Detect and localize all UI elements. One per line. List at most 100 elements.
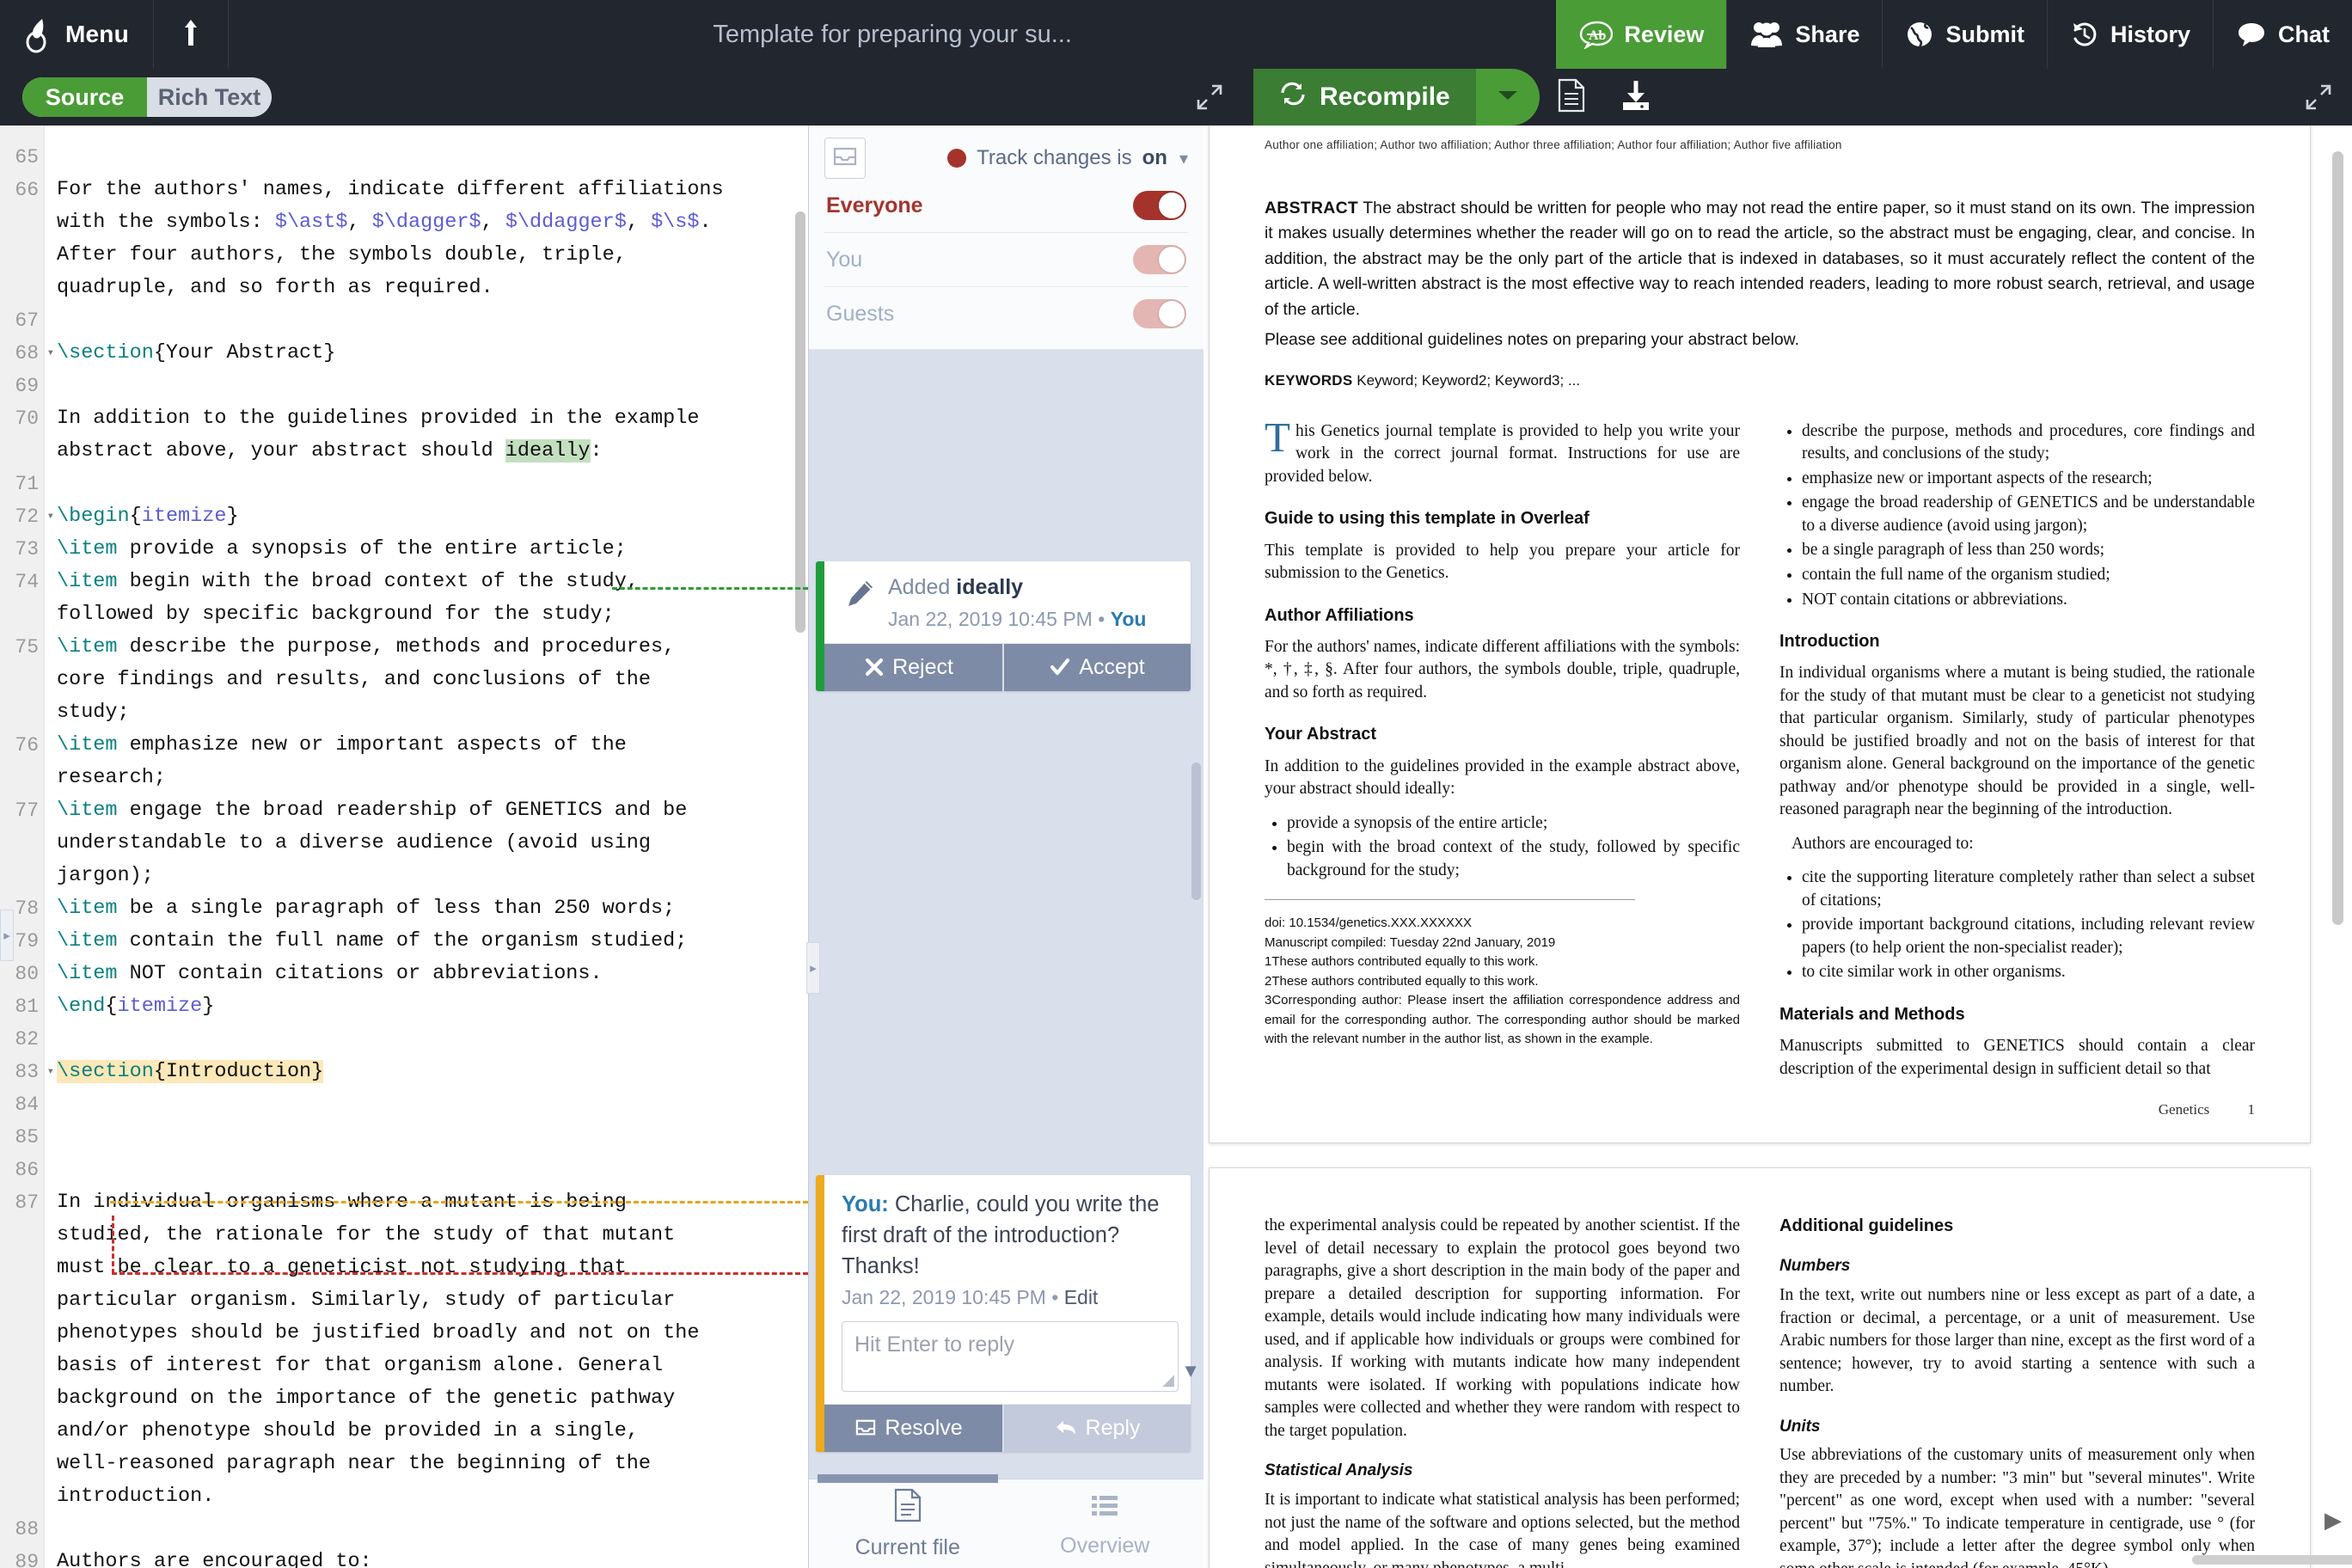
resolve-button[interactable]: Resolve	[816, 1404, 1002, 1452]
recompile-options-button[interactable]	[1475, 69, 1540, 126]
code-line[interactable]: core findings and results, and conclusio…	[57, 664, 808, 696]
code-line[interactable]: well-reasoned paragraph near the beginni…	[57, 1448, 808, 1480]
share-button[interactable]: Share	[1726, 0, 1882, 69]
bulk-actions-button[interactable]	[824, 138, 866, 179]
menu-button[interactable]: Menu	[0, 0, 154, 69]
track-row-everyone[interactable]: Everyone	[824, 179, 1188, 233]
code-token: \end	[57, 995, 106, 1018]
chat-button[interactable]: Chat	[2213, 0, 2352, 69]
tab-source[interactable]: Source	[22, 77, 147, 117]
code-line[interactable]: introduction.	[57, 1480, 808, 1513]
code-line[interactable]: jargon);	[57, 860, 808, 892]
code-line[interactable]: must be clear to a geneticist not studyi…	[57, 1252, 808, 1284]
track-changes-status[interactable]: Track changes is on ▾	[947, 146, 1188, 170]
track-toggle-you[interactable]	[1133, 245, 1186, 274]
code-line[interactable]: In addition to the guidelines provided i…	[57, 402, 808, 435]
tab-overview[interactable]: Overview	[1007, 1479, 1204, 1568]
download-pdf-button[interactable]	[1603, 69, 1669, 126]
code-line[interactable]	[57, 468, 808, 500]
code-line[interactable]: abstract above, your abstract should ide…	[57, 435, 808, 468]
refresh-icon	[1279, 81, 1307, 113]
code-line[interactable]: quadruple, and so forth as required.	[57, 272, 808, 304]
pdf-expand-icon[interactable]	[2304, 83, 2333, 116]
pdf-horizontal-scrollbar[interactable]	[2192, 1555, 2352, 1565]
left-panel-handle[interactable]: ▸	[0, 910, 14, 961]
track-row-guests[interactable]: Guests	[824, 287, 1188, 340]
code-line[interactable]: particular organism. Similarly, study of…	[57, 1284, 808, 1317]
line-number	[0, 696, 44, 729]
view-logs-button[interactable]	[1540, 69, 1603, 126]
track-row-label: Everyone	[826, 193, 923, 217]
comment-entry[interactable]: You: Charlie, could you write the first …	[816, 1175, 1191, 1452]
scroll-down-icon[interactable]: ▼	[1181, 1360, 1200, 1382]
code-line[interactable]	[57, 1513, 808, 1546]
code-line[interactable]: \item begin with the broad context of th…	[57, 566, 808, 598]
history-button[interactable]: History	[2046, 0, 2213, 69]
line-number: 81	[15, 995, 39, 1018]
change-entry-insertion[interactable]: Added ideally Jan 22, 2019 10:45 PM • Yo…	[816, 561, 1191, 691]
reply-input[interactable]: Hit Enter to reply ◢	[842, 1320, 1179, 1392]
resize-grip-icon[interactable]: ◢	[1162, 1371, 1174, 1389]
code-line[interactable]	[57, 1023, 808, 1056]
pdf-abstract-bullets: provide a synopsis of the entire article…	[1287, 812, 1740, 883]
track-row-you[interactable]: You	[824, 233, 1188, 287]
code-token: ,	[626, 211, 652, 234]
code-line[interactable]: and/or phenotype should be provided in a…	[57, 1415, 808, 1448]
code-line[interactable]: \item describe the purpose, methods and …	[57, 631, 808, 664]
code-editor-pane[interactable]: 65 66 67 68 ▾ 69 70 71 72 ▾ 73 74 75 76 77 78 79 80 81 82 83…	[0, 126, 808, 1568]
pdf-keywords: KEYWORDS Keyword; Keyword2; Keyword3; ..…	[1265, 372, 2255, 389]
entry-color-bar	[816, 561, 824, 691]
track-row-label: You	[826, 247, 863, 272]
code-line[interactable]	[57, 370, 808, 402]
track-toggle-everyone[interactable]	[1133, 191, 1186, 220]
code-line[interactable]: \item NOT contain citations or abbreviat…	[57, 958, 808, 990]
back-to-projects-button[interactable]	[154, 0, 229, 69]
code-line[interactable]: followed by specific background for the …	[57, 598, 808, 631]
code-line[interactable]	[57, 1154, 808, 1186]
code-line[interactable]: \begin{itemize}	[57, 500, 808, 533]
review-button[interactable]: Ab Review	[1556, 0, 1727, 69]
code-line[interactable]: \item contain the full name of the organ…	[57, 925, 808, 958]
code-line[interactable]: \item engage the broad readership of GEN…	[57, 794, 808, 827]
comment-edit-link[interactable]: Edit	[1064, 1286, 1099, 1308]
code-line[interactable]: \item provide a synopsis of the entire a…	[57, 533, 808, 566]
code-token: introduction.	[57, 1485, 215, 1508]
pdf-next-arrow-icon[interactable]: ▶	[2324, 1507, 2342, 1534]
code-line[interactable]: \item be a single paragraph of less than…	[57, 892, 808, 925]
code-line[interactable]: with the symbols: $\ast$, $\dagger$, $\d…	[57, 206, 808, 239]
code-line[interactable]: \section{Your Abstract}	[57, 337, 808, 370]
reply-button[interactable]: Reply	[1002, 1404, 1191, 1452]
track-toggle-guests[interactable]	[1133, 299, 1186, 328]
accept-button[interactable]: Accept	[1002, 643, 1191, 691]
code-line[interactable]	[57, 304, 808, 337]
editor-expand-icon[interactable]	[1195, 83, 1224, 116]
code-line[interactable]	[57, 141, 808, 174]
code-line[interactable]: understandable to a diverse audience (av…	[57, 827, 808, 860]
tab-rich-text[interactable]: Rich Text	[147, 77, 272, 117]
code-line[interactable]	[57, 1121, 808, 1154]
pdf-vertical-scrollbar[interactable]	[2332, 151, 2343, 925]
reject-button[interactable]: Reject	[816, 643, 1002, 691]
code-line[interactable]: studied, the rationale for the study of …	[57, 1219, 808, 1252]
code-line[interactable]: Authors are encouraged to:	[57, 1546, 808, 1568]
code-line[interactable]: study;	[57, 696, 808, 729]
source-richtext-toggle[interactable]: Source Rich Text	[22, 77, 272, 117]
editor-scrollbar[interactable]	[795, 211, 805, 633]
code-line[interactable]: phenotypes should be justified broadly a…	[57, 1317, 808, 1350]
code-line[interactable]: \item emphasize new or important aspects…	[57, 729, 808, 762]
recompile-button[interactable]: Recompile	[1253, 69, 1476, 126]
tab-current-file[interactable]: Current file	[809, 1479, 1007, 1568]
code-line[interactable]: For the authors' names, indicate differe…	[57, 174, 808, 206]
review-scrollbar[interactable]	[1191, 763, 1201, 900]
code-line[interactable]: basis of interest for that organism alon…	[57, 1350, 808, 1382]
code-line[interactable]: \end{itemize}	[57, 990, 808, 1023]
code-line[interactable]: \section{Introduction}	[57, 1056, 808, 1088]
code-line[interactable]: background on the importance of the gene…	[57, 1382, 808, 1415]
code-line[interactable]: research;	[57, 762, 808, 794]
editor-panel-handle[interactable]: ▸	[806, 942, 820, 994]
code-line[interactable]: After four authors, the symbols double, …	[57, 239, 808, 272]
submit-button[interactable]: Submit	[1882, 0, 2047, 69]
code-line[interactable]	[57, 1088, 808, 1121]
latex-source-code[interactable]: For the authors' names, indicate differe…	[45, 126, 808, 1568]
pdf-preview-pane[interactable]: Author one affiliation; Author two affil…	[1204, 126, 2352, 1568]
